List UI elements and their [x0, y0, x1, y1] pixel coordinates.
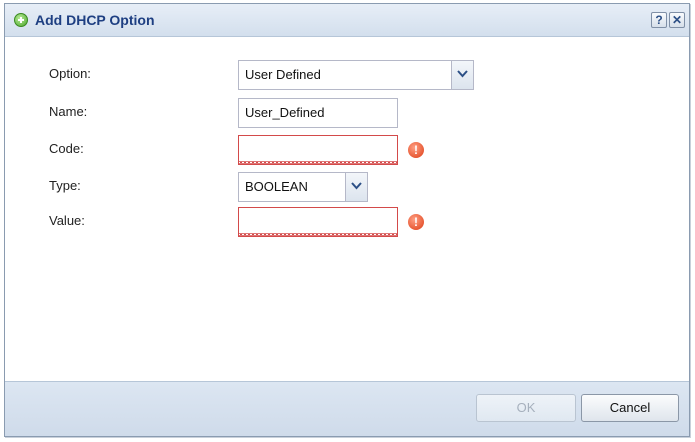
- type-label: Type:: [49, 178, 81, 193]
- name-label: Name:: [49, 104, 88, 119]
- error-icon: !: [408, 214, 424, 230]
- code-row: Code: !: [5, 135, 689, 165]
- cancel-button[interactable]: Cancel: [581, 394, 679, 422]
- value-row: Value: !: [5, 207, 689, 237]
- code-label: Code:: [49, 141, 84, 156]
- ok-button[interactable]: OK: [476, 394, 576, 422]
- type-select-value: BOOLEAN: [245, 179, 308, 194]
- error-icon: !: [408, 142, 424, 158]
- option-select-value: User Defined: [245, 67, 321, 82]
- value-label: Value:: [49, 213, 85, 228]
- help-button[interactable]: ?: [651, 12, 667, 28]
- option-select[interactable]: User Defined: [238, 60, 474, 90]
- value-input[interactable]: [238, 207, 398, 237]
- chevron-down-icon[interactable]: [345, 173, 367, 201]
- dialog-titlebar[interactable]: Add DHCP Option ? ✕: [5, 4, 689, 37]
- name-row: Name: User_Defined: [5, 98, 689, 128]
- close-button[interactable]: ✕: [669, 12, 685, 28]
- name-input[interactable]: User_Defined: [238, 98, 398, 128]
- code-input[interactable]: [238, 135, 398, 165]
- type-row: Type: BOOLEAN: [5, 172, 689, 202]
- type-select[interactable]: BOOLEAN: [238, 172, 368, 202]
- dialog-title: Add DHCP Option: [35, 12, 155, 28]
- dialog-footer: OK Cancel: [5, 381, 689, 436]
- option-label: Option:: [49, 66, 91, 81]
- chevron-down-icon[interactable]: [451, 61, 473, 89]
- add-dhcp-option-dialog: Add DHCP Option ? ✕ Option: User Defined…: [4, 3, 690, 437]
- option-row: Option: User Defined: [5, 60, 689, 90]
- add-icon: [14, 13, 28, 27]
